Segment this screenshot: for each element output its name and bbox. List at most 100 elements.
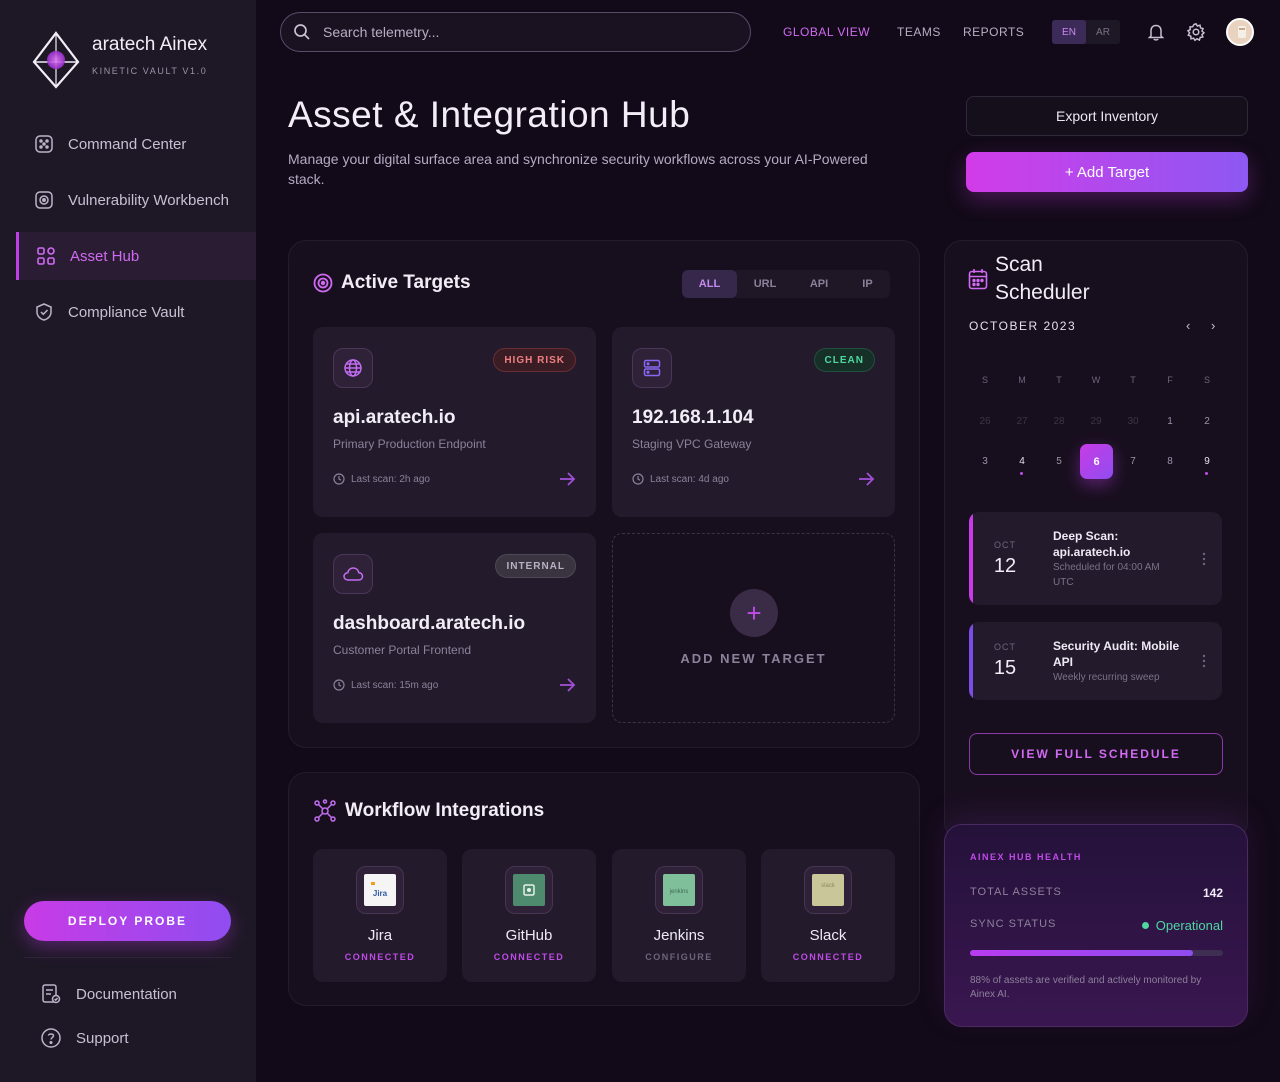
settings-button[interactable] [1184,20,1208,44]
search-bar[interactable] [280,12,751,52]
event-day: 15 [993,657,1017,679]
event-accent-bar [969,622,973,700]
calendar-month: OCTOBER 2023 [969,319,1077,333]
calendar-day[interactable]: 9 [1189,456,1225,467]
calendar-day[interactable]: 28 [1041,416,1077,427]
integration-status: CONNECTED [792,952,864,962]
calendar-day[interactable]: 27 [1004,416,1040,427]
deploy-probe-button[interactable]: DEPLOY PROBE [24,901,231,941]
event-month: OCT [994,642,1016,652]
event-subtitle: Weekly recurring sweep [1053,672,1160,683]
kebab-menu-icon[interactable] [1200,654,1208,668]
filter-all[interactable]: ALL [682,270,737,298]
filter-ip[interactable]: IP [845,270,890,298]
integration-status: CONNECTED [344,952,416,962]
bell-icon [1147,24,1165,41]
globe-icon [333,348,373,388]
chevron-right-icon[interactable]: › [1211,318,1215,333]
search-input[interactable] [323,24,723,40]
brand-logo[interactable]: aratech Ainex KINETIC VAULT V1.0 [30,30,250,90]
sidebar-divider [24,957,231,958]
integration-status: CONNECTED [493,952,565,962]
integration-card-github[interactable]: GitHub CONNECTED [462,849,596,982]
jira-logo-icon: Jira [356,866,404,914]
filter-api[interactable]: API [793,270,845,298]
target-card[interactable]: CLEAN 192.168.1.104 Staging VPC Gateway … [612,327,895,517]
calendar-day[interactable]: 26 [967,416,1003,427]
integration-status: CONFIGURE [645,952,713,962]
integration-card-jira[interactable]: Jira Jira CONNECTED [313,849,447,982]
scheduled-event[interactable]: OCT 12 Deep Scan: api.aratech.io Schedul… [969,512,1222,605]
last-scan-text: Last scan: 15m ago [351,679,439,691]
network-hub-icon [314,799,336,822]
arrow-right-icon[interactable] [558,470,576,488]
status-dot-icon [1141,922,1149,929]
weekday: S [1203,375,1210,385]
topnav-teams[interactable]: TEAMS [897,25,941,39]
documentation-link[interactable]: Documentation [40,983,177,1005]
topnav-reports[interactable]: REPORTS [963,25,1024,39]
event-day: 12 [993,555,1017,577]
plus-icon: + [730,589,778,637]
lang-ar[interactable]: AR [1086,20,1120,44]
hub-health-card: AINEX HUB HEALTH TOTAL ASSETS 142 SYNC S… [944,824,1248,1027]
clock-icon [333,679,345,691]
calendar-day[interactable]: 5 [1041,456,1077,467]
target-icon [313,273,333,293]
sidebar-item-label: Compliance Vault [68,303,185,321]
arrow-right-icon[interactable] [857,470,875,488]
view-full-schedule-button[interactable]: VIEW FULL SCHEDULE [969,733,1223,775]
lang-en[interactable]: EN [1052,20,1086,44]
add-new-target-card[interactable]: + ADD NEW TARGET [612,533,895,723]
documentation-label: Documentation [76,985,177,1003]
add-new-target-label: ADD NEW TARGET [680,651,827,666]
sidebar-item-command-center[interactable]: Command Center [16,120,256,168]
calendar-day[interactable]: 3 [967,456,1003,467]
kebab-menu-icon[interactable] [1200,552,1208,566]
sidebar-item-vulnerability-workbench[interactable]: Vulnerability Workbench [16,176,256,224]
calendar-day[interactable]: 7 [1115,456,1151,467]
risk-badge: HIGH RISK [493,348,576,372]
filter-url[interactable]: URL [737,270,793,298]
sidebar-item-asset-hub[interactable]: Asset Hub [16,232,256,280]
calendar-day[interactable]: 8 [1152,456,1188,467]
calendar-day[interactable]: 30 [1115,416,1151,427]
target-description: Primary Production Endpoint [333,437,486,451]
calendar-day[interactable]: 1 [1152,416,1188,427]
sync-status-label: SYNC STATUS [970,918,1057,930]
sidebar-item-compliance-vault[interactable]: Compliance Vault [16,288,256,336]
slack-logo-text: slack [821,883,836,889]
total-assets-row: TOTAL ASSETS 142 [970,886,1223,900]
calendar-day[interactable]: 4 [1004,456,1040,467]
topnav-global-view[interactable]: GLOBAL VIEW [783,25,870,39]
chevron-left-icon[interactable]: ‹ [1186,318,1190,333]
user-avatar[interactable] [1226,18,1254,46]
slack-logo-icon: slack [804,866,852,914]
grid-dots-icon [34,134,54,154]
document-icon [40,983,62,1005]
scheduled-event[interactable]: OCT 15 Security Audit: Mobile API Weekly… [969,622,1222,700]
calendar-day[interactable]: 29 [1078,416,1114,427]
avatar-icon [1228,20,1252,44]
arrow-right-icon[interactable] [558,676,576,694]
gear-icon [1186,22,1206,42]
language-switch: EN AR [1052,20,1120,44]
total-assets-label: TOTAL ASSETS [970,886,1062,898]
weekday: M [1018,375,1026,385]
export-inventory-button[interactable]: Export Inventory [966,96,1248,136]
calendar-day-selected[interactable]: 6 [1080,444,1113,479]
integration-card-slack[interactable]: slack Slack CONNECTED [761,849,895,982]
add-target-button[interactable]: + Add Target [966,152,1248,192]
target-card[interactable]: INTERNAL dashboard.aratech.io Customer P… [313,533,596,723]
search-icon [294,24,310,40]
event-dot [1020,472,1023,475]
brand-subtitle: KINETIC VAULT V1.0 [92,66,208,76]
weekday: T [1130,375,1136,385]
integration-card-jenkins[interactable]: jenkins Jenkins CONFIGURE [612,849,746,982]
target-card[interactable]: HIGH RISK api.aratech.io Primary Product… [313,327,596,517]
target-host: api.aratech.io [333,407,456,428]
calendar-day[interactable]: 2 [1189,416,1225,427]
notifications-button[interactable] [1144,20,1168,44]
support-link[interactable]: Support [40,1027,129,1049]
last-scan: Last scan: 15m ago [333,679,438,691]
